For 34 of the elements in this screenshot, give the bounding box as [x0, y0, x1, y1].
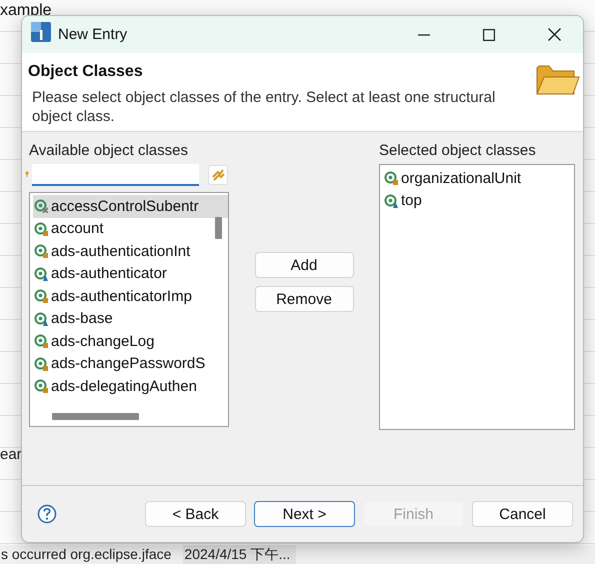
list-item[interactable]: organizationalUnit — [400, 170, 522, 187]
list-item[interactable]: top — [400, 192, 423, 210]
help-icon[interactable] — [37, 504, 57, 524]
filter-field[interactable] — [32, 164, 199, 186]
page-description: Please select object classes of the entry. Select at least one structural object class. — [31, 88, 496, 126]
list-item[interactable]: ads-authenticatorImp — [50, 288, 193, 305]
status-message: s occurred org.eclipse.jface — [0, 545, 172, 564]
background-text: ear — [0, 446, 22, 463]
list-item[interactable]: account — [50, 220, 105, 238]
list-item[interactable]: ads-delegatingAuthen — [50, 378, 198, 395]
app-icon — [31, 22, 51, 42]
action-button[interactable]: Add — [254, 252, 354, 278]
filter-button[interactable] — [208, 165, 228, 185]
maximize-icon — [483, 28, 495, 40]
page-title: Object Classes — [28, 63, 144, 81]
list-box[interactable]: organizationalUnit top — [379, 164, 575, 430]
wizard-button[interactable]: Next > — [254, 501, 355, 527]
scrollbar-thumb[interactable] — [52, 413, 139, 420]
list-label: Available object classes — [29, 142, 189, 161]
list-box[interactable]: accessControlSubentr account ads-authenticationInt ads-authenticator ads-authenticatorImp ads-base ads-changeLog ads-changePasswordS ads-delegatingAuthen — [29, 192, 229, 427]
close-icon — [548, 28, 560, 41]
list-label: Selected object classes — [379, 142, 537, 161]
wizard-button[interactable]: Cancel — [472, 501, 573, 527]
decoration-icon — [25, 171, 29, 177]
list-item[interactable]: ads-authenticationInt — [50, 242, 192, 260]
list-item[interactable]: ads-authenticator — [50, 265, 168, 282]
list-item[interactable]: ads-base — [50, 310, 114, 328]
action-button[interactable]: Remove — [254, 286, 354, 312]
list-item[interactable]: ads-changePasswordS — [50, 355, 206, 372]
status-time: 2024/4/15 下午... — [183, 545, 296, 564]
scrollbar-thumb[interactable] — [215, 217, 222, 239]
window-title: New Entry — [58, 26, 128, 43]
wizard-button[interactable]: < Back — [145, 501, 246, 527]
list-item[interactable]: ads-changeLog — [50, 332, 156, 350]
